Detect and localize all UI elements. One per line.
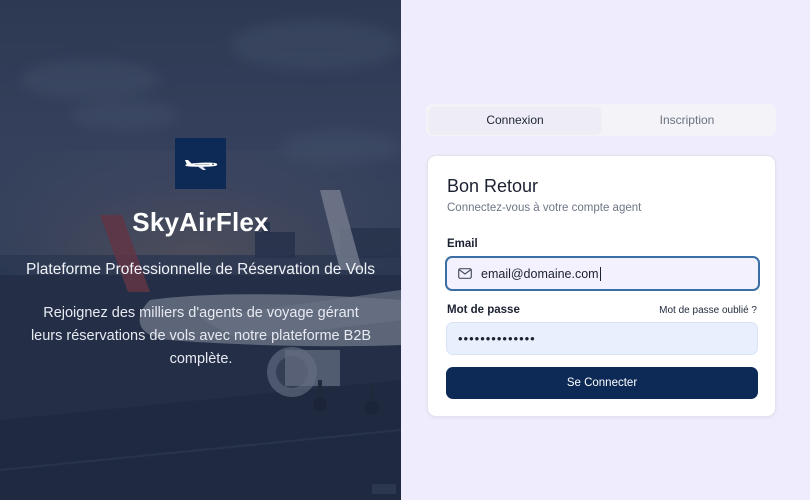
login-title: Bon Retour	[447, 176, 539, 196]
tab-inscription[interactable]: Inscription	[601, 107, 773, 133]
email-field[interactable]: email@domaine.com	[445, 256, 760, 291]
airplane-icon	[184, 159, 217, 170]
login-card: Bon Retour Connectez-vous à votre compte…	[427, 155, 776, 417]
auth-tabs: Connexion Inscription	[426, 104, 776, 136]
hero-overlay	[0, 0, 401, 500]
hero-tagline: Plateforme Professionnelle de Réservatio…	[26, 261, 375, 278]
password-label: Mot de passe	[447, 304, 520, 316]
login-subtitle: Connectez-vous à votre compte agent	[447, 202, 642, 214]
password-field[interactable]: ••••••••••••••	[446, 322, 758, 355]
email-value: email@domaine.com	[481, 266, 599, 281]
text-caret	[599, 266, 601, 281]
email-label: Email	[447, 238, 478, 250]
forgot-password-link[interactable]: Mot de passe oublié ?	[659, 305, 757, 316]
brand-name: SkyAirFlex	[132, 207, 269, 237]
hero-description: Rejoignez des milliers d'agents de voyag…	[30, 305, 372, 367]
mail-icon	[458, 267, 472, 281]
login-button[interactable]: Se Connecter	[446, 367, 758, 399]
auth-panel: Connexion Inscription Bon Retour Connect…	[401, 0, 810, 500]
password-value: ••••••••••••••	[458, 331, 536, 346]
hero-panel: SkyAirFlex Plateforme Professionnelle de…	[0, 0, 401, 500]
tab-connexion[interactable]: Connexion	[429, 107, 601, 133]
brand-logo	[175, 138, 226, 189]
